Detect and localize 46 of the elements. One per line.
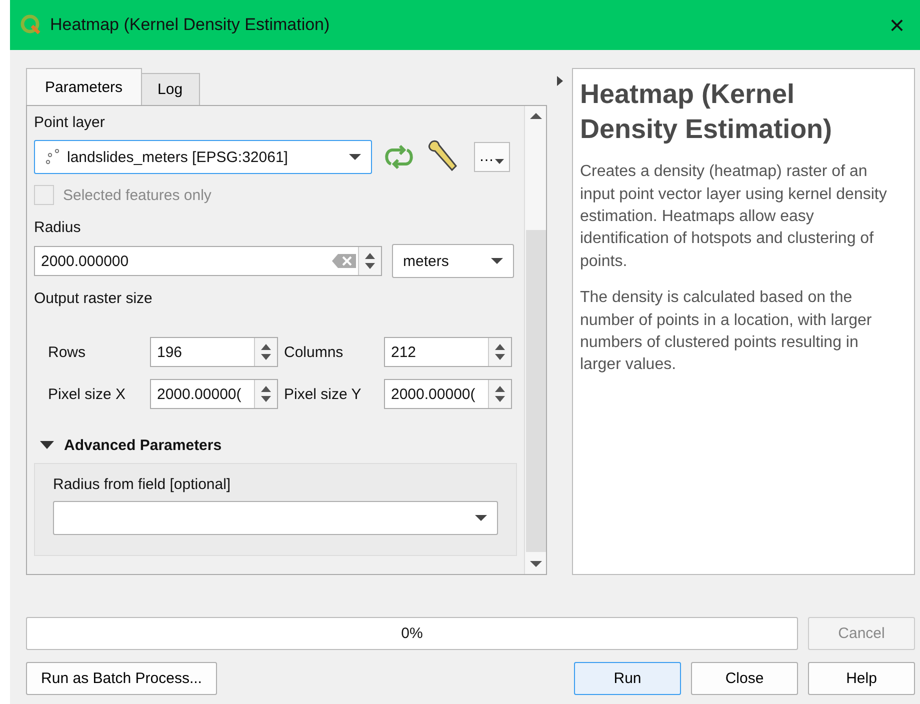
caret-icon xyxy=(40,440,54,450)
field-label: Columns xyxy=(284,344,344,360)
checkbox-label: Selected features only xyxy=(63,186,212,204)
help-title: Heatmap (Kernel Density Estimation) xyxy=(580,78,834,146)
field-label: Point layer xyxy=(34,113,106,133)
tab[interactable]: Parameters xyxy=(26,68,142,105)
caret-icon xyxy=(495,159,504,165)
help-paragraph: Creates a density (heatmap) raster of an input point vector layer using kernel density estimation. Heatmaps allow easy identification of hotspots and clustering of points. xyxy=(580,162,888,272)
number-input[interactable]: 2000.00000( xyxy=(150,379,278,409)
number-input[interactable]: 2000.00000( xyxy=(384,379,512,409)
points-icon xyxy=(45,149,59,165)
spin-arrows-icon[interactable] xyxy=(358,247,381,275)
help-paragraph: The density is calculated based on the number of points in a location, with larger numbers of clustered points resulting in larger values. xyxy=(580,288,873,376)
unit-dropdown[interactable]: meters xyxy=(392,244,514,278)
spin-arrows-icon[interactable] xyxy=(488,338,511,366)
field-label: Radius xyxy=(34,218,82,238)
scrollbar[interactable] xyxy=(524,106,546,574)
expand-arrow-icon[interactable] xyxy=(556,76,562,86)
layer-dropdown[interactable]: landslides_meters [EPSG:32061] xyxy=(34,140,372,174)
close-dialog-button[interactable]: Close xyxy=(691,662,798,695)
field-label: Radius from field [optional] xyxy=(53,475,232,495)
scroll-down-icon[interactable] xyxy=(530,560,542,568)
caret-icon xyxy=(491,257,503,265)
window-title: Heatmap (Kernel Density Estimation) xyxy=(50,15,331,35)
field-label: Rows xyxy=(48,344,87,360)
radius-input[interactable]: 2000.000000 xyxy=(34,246,382,276)
spin-arrows-icon[interactable] xyxy=(254,338,277,366)
field-label: Pixel size X xyxy=(48,386,127,402)
help-button[interactable]: Help xyxy=(808,662,915,695)
caret-icon xyxy=(349,153,361,161)
run-button[interactable]: Run xyxy=(574,662,681,695)
more-options-button[interactable]: … xyxy=(474,142,510,172)
scroll-up-icon[interactable] xyxy=(530,112,542,120)
spin-arrows-icon[interactable] xyxy=(254,380,277,408)
caret-icon xyxy=(475,514,487,522)
app-logo-icon xyxy=(20,14,42,36)
field-dropdown[interactable] xyxy=(53,501,498,535)
close-button[interactable]: × xyxy=(874,2,920,48)
section-label: Output raster size xyxy=(34,289,154,309)
tab[interactable]: Log xyxy=(140,73,200,105)
batch-process-button[interactable]: Run as Batch Process... xyxy=(26,662,217,695)
number-input[interactable]: 212 xyxy=(384,337,512,367)
advanced-toggle[interactable]: Advanced Parameters xyxy=(40,435,517,455)
field-label: Pixel size Y xyxy=(284,386,362,402)
number-input[interactable]: 196 xyxy=(150,337,278,367)
spin-arrows-icon[interactable] xyxy=(488,380,511,408)
